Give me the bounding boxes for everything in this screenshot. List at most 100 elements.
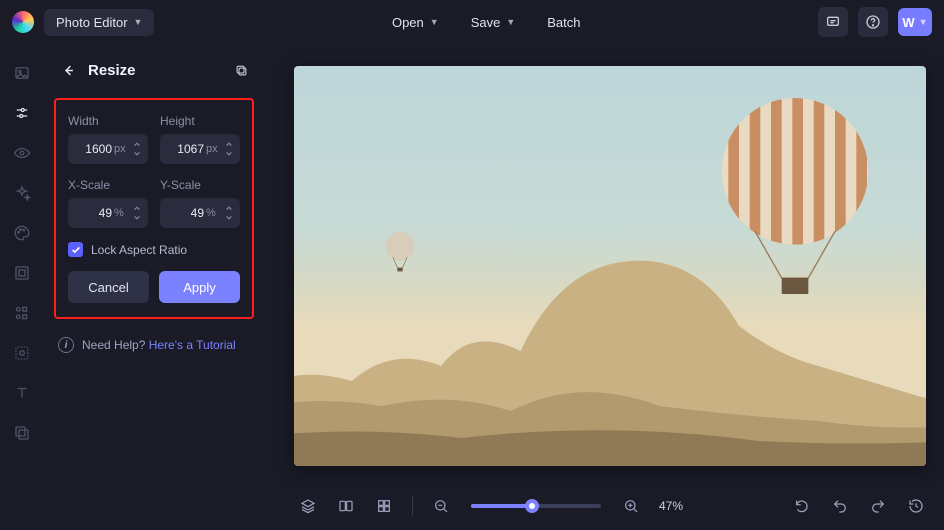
height-input[interactable] — [168, 142, 204, 156]
chevron-down-icon: ▼ — [506, 17, 515, 27]
chevron-up-icon — [133, 140, 141, 148]
height-input-wrap[interactable]: px — [160, 134, 240, 164]
rail-text-button[interactable] — [9, 380, 35, 406]
retouch-icon — [13, 344, 31, 362]
width-field: Width px — [68, 114, 148, 164]
rail-eye-button[interactable] — [9, 140, 35, 166]
height-field: Height px — [160, 114, 240, 164]
image-icon — [13, 64, 31, 82]
unit-pct: % — [206, 207, 216, 219]
yscale-step-up[interactable] — [222, 203, 236, 213]
height-label: Height — [160, 114, 240, 128]
layers-button[interactable] — [294, 492, 322, 520]
layers-icon — [300, 498, 316, 514]
check-icon — [71, 245, 81, 255]
zoom-in-icon — [623, 498, 639, 514]
apply-button[interactable]: Apply — [159, 271, 240, 303]
help-tutorial-link[interactable]: Here's a Tutorial — [149, 338, 236, 352]
chevron-down-icon — [133, 214, 141, 222]
width-step-down[interactable] — [130, 149, 144, 159]
zoom-slider[interactable] — [471, 504, 601, 508]
redo-icon — [870, 498, 886, 514]
yscale-input-wrap[interactable]: % — [160, 198, 240, 228]
copy-icon — [234, 63, 249, 78]
width-step-up[interactable] — [130, 139, 144, 149]
help-text: Need Help? Here's a Tutorial — [82, 338, 236, 352]
rail-frame-button[interactable] — [9, 260, 35, 286]
compare-button[interactable] — [332, 492, 360, 520]
width-input[interactable] — [76, 142, 112, 156]
balloon-small — [382, 230, 418, 284]
rail-adjust-button[interactable] — [9, 100, 35, 126]
redo-button[interactable] — [864, 492, 892, 520]
question-icon — [865, 14, 881, 30]
xscale-field: X-Scale % — [68, 178, 148, 228]
yscale-field: Y-Scale % — [160, 178, 240, 228]
unit-pct: % — [114, 207, 124, 219]
info-icon: i — [58, 337, 74, 353]
batch-label: Batch — [547, 15, 580, 30]
open-button[interactable]: Open ▼ — [380, 9, 451, 36]
cancel-button[interactable]: Cancel — [68, 271, 149, 303]
sparkle-icon — [13, 184, 31, 202]
account-button[interactable]: W ▼ — [898, 8, 932, 36]
rail-overlay-button[interactable] — [9, 420, 35, 446]
bottom-bar: 47% — [264, 482, 944, 530]
panel-duplicate-button[interactable] — [230, 59, 252, 81]
save-label: Save — [471, 15, 501, 30]
eye-icon — [13, 144, 31, 162]
app-menu-button[interactable]: Photo Editor ▼ — [44, 9, 154, 36]
chevron-down-icon: ▼ — [919, 17, 928, 27]
history-button[interactable] — [902, 492, 930, 520]
chevron-up-icon — [225, 140, 233, 148]
chat-icon — [825, 14, 841, 30]
text-icon — [13, 384, 31, 402]
height-step-up[interactable] — [222, 139, 236, 149]
feedback-button[interactable] — [818, 7, 848, 37]
undo-icon — [832, 498, 848, 514]
lock-aspect-checkbox[interactable] — [68, 242, 83, 257]
resize-card: Width px Height px — [54, 98, 254, 319]
yscale-label: Y-Scale — [160, 178, 240, 192]
rail-image-button[interactable] — [9, 60, 35, 86]
xscale-input[interactable] — [76, 206, 112, 220]
panel-header: Resize — [54, 54, 254, 86]
panel-back-button[interactable] — [56, 58, 80, 82]
zoom-out-button[interactable] — [427, 492, 455, 520]
save-button[interactable]: Save ▼ — [459, 9, 528, 36]
zoom-slider-fill — [471, 504, 532, 508]
rotate-button[interactable] — [788, 492, 816, 520]
rail-retouch-button[interactable] — [9, 340, 35, 366]
xscale-step-up[interactable] — [130, 203, 144, 213]
xscale-step-down[interactable] — [130, 213, 144, 223]
rail-elements-button[interactable] — [9, 300, 35, 326]
chevron-down-icon: ▼ — [134, 17, 143, 27]
app-menu-label: Photo Editor — [56, 15, 128, 30]
panel-title: Resize — [88, 62, 222, 79]
yscale-step-down[interactable] — [222, 213, 236, 223]
help-button[interactable] — [858, 7, 888, 37]
unit-px: px — [206, 143, 218, 155]
shapes-icon — [13, 304, 31, 322]
compare-icon — [338, 498, 354, 514]
chevron-down-icon — [225, 214, 233, 222]
xscale-input-wrap[interactable]: % — [68, 198, 148, 228]
rail-effects-button[interactable] — [9, 180, 35, 206]
batch-button[interactable]: Batch — [535, 9, 592, 36]
undo-button[interactable] — [826, 492, 854, 520]
height-step-down[interactable] — [222, 149, 236, 159]
canvas-image[interactable] — [294, 66, 926, 466]
unit-px: px — [114, 143, 126, 155]
lock-aspect-row[interactable]: Lock Aspect Ratio — [68, 242, 240, 257]
zoom-in-button[interactable] — [617, 492, 645, 520]
grid-icon — [376, 498, 392, 514]
grid-button[interactable] — [370, 492, 398, 520]
rail-paint-button[interactable] — [9, 220, 35, 246]
frame-icon — [13, 264, 31, 282]
zoom-slider-thumb[interactable] — [525, 499, 539, 513]
tool-rail — [0, 44, 44, 530]
chevron-down-icon: ▼ — [430, 17, 439, 27]
yscale-input[interactable] — [168, 206, 204, 220]
width-input-wrap[interactable]: px — [68, 134, 148, 164]
chevron-up-icon — [225, 204, 233, 212]
